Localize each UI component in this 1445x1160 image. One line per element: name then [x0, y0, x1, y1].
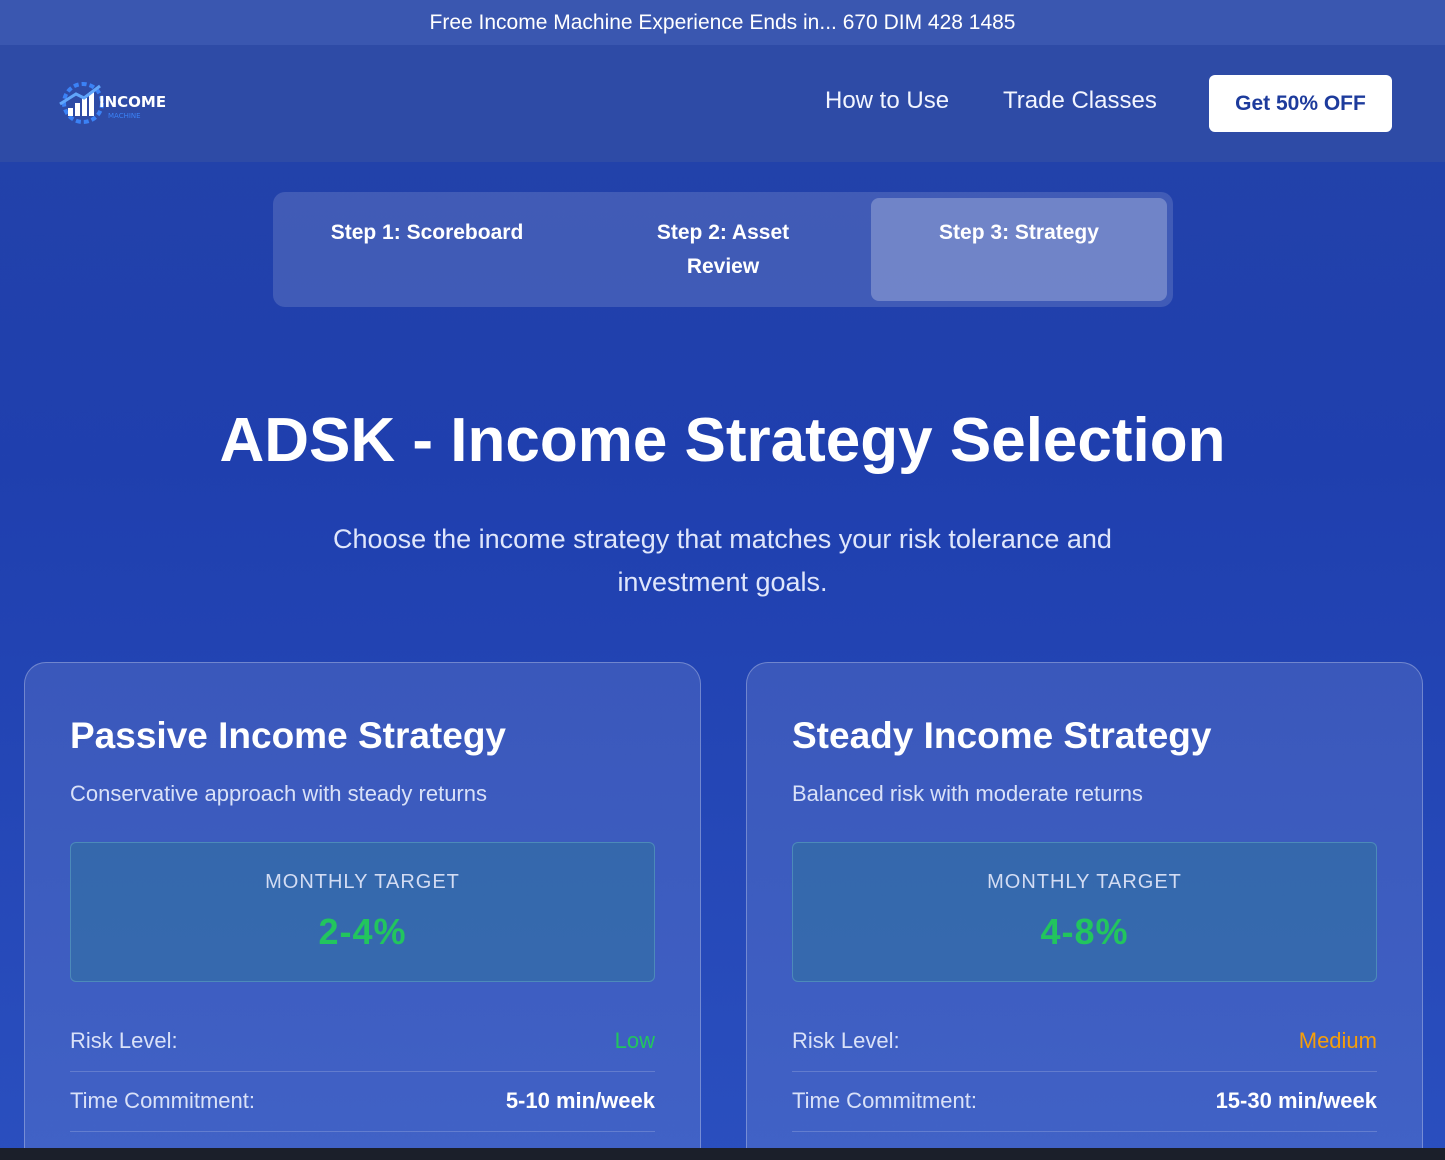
site-header: INCOME MACHINE How to Use Trade Classes …	[0, 45, 1445, 162]
time-commitment-value: 15-30 min/week	[1215, 1088, 1377, 1113]
card-title: Passive Income Strategy	[70, 715, 506, 756]
step-tabs: Step 1: Scoreboard Step 2: Asset Review …	[273, 192, 1173, 307]
logo-text: INCOME	[99, 93, 166, 111]
announcement-bar: Free Income Machine Experience Ends in..…	[0, 0, 1445, 45]
risk-level-value: Medium	[1298, 1028, 1377, 1053]
time-commitment-label: Time Commitment:	[792, 1088, 977, 1113]
card-description: Balanced risk with moderate returns	[792, 781, 1143, 806]
time-commitment-row: Time Commitment: 15-30 min/week	[792, 1072, 1377, 1132]
page-subtitle: Choose the income strategy that matches …	[333, 524, 1112, 597]
logo-subtext: MACHINE	[108, 112, 141, 120]
time-commitment-label: Time Commitment:	[70, 1088, 255, 1113]
risk-level-label: Risk Level:	[792, 1028, 900, 1053]
monthly-target-value: 4-8%	[1040, 911, 1129, 952]
time-commitment-value: 5-10 min/week	[505, 1088, 655, 1113]
time-commitment-row: Time Commitment: 5-10 min/week	[70, 1072, 655, 1132]
risk-level-row: Risk Level: Low	[70, 1012, 655, 1072]
risk-level-row: Risk Level: Medium	[792, 1012, 1377, 1072]
page-title: ADSK - Income Strategy Selection	[219, 406, 1226, 475]
announcement-text: Free Income Machine Experience Ends in..…	[429, 10, 1016, 34]
nav-trade-classes[interactable]: Trade Classes	[1003, 87, 1157, 115]
tab-step-asset-review[interactable]: Step 2: Asset Review	[575, 198, 871, 301]
card-description: Conservative approach with steady return…	[70, 781, 487, 806]
monthly-target-box: MONTHLY TARGET 4-8%	[792, 842, 1377, 982]
risk-level-value: Low	[614, 1028, 655, 1053]
window-bottom-edge	[0, 1148, 1445, 1160]
get-discount-button[interactable]: Get 50% OFF	[1209, 75, 1392, 132]
strategy-card-steady[interactable]: Steady Income Strategy Balanced risk wit…	[746, 662, 1423, 1160]
risk-level-label: Risk Level:	[70, 1028, 178, 1053]
monthly-target-box: MONTHLY TARGET 2-4%	[70, 842, 655, 982]
logo[interactable]: INCOME MACHINE	[56, 78, 180, 128]
tab-step-scoreboard[interactable]: Step 1: Scoreboard	[279, 198, 575, 301]
tab-step-strategy[interactable]: Step 3: Strategy	[871, 198, 1167, 301]
card-title: Steady Income Strategy	[792, 715, 1212, 756]
monthly-target-label: MONTHLY TARGET	[265, 871, 460, 893]
monthly-target-value: 2-4%	[318, 911, 407, 952]
nav-how-to-use[interactable]: How to Use	[825, 87, 949, 115]
monthly-target-label: MONTHLY TARGET	[987, 871, 1182, 893]
logo-gear-icon: INCOME MACHINE	[59, 82, 166, 124]
strategy-card-passive[interactable]: Passive Income Strategy Conservative app…	[24, 662, 701, 1160]
